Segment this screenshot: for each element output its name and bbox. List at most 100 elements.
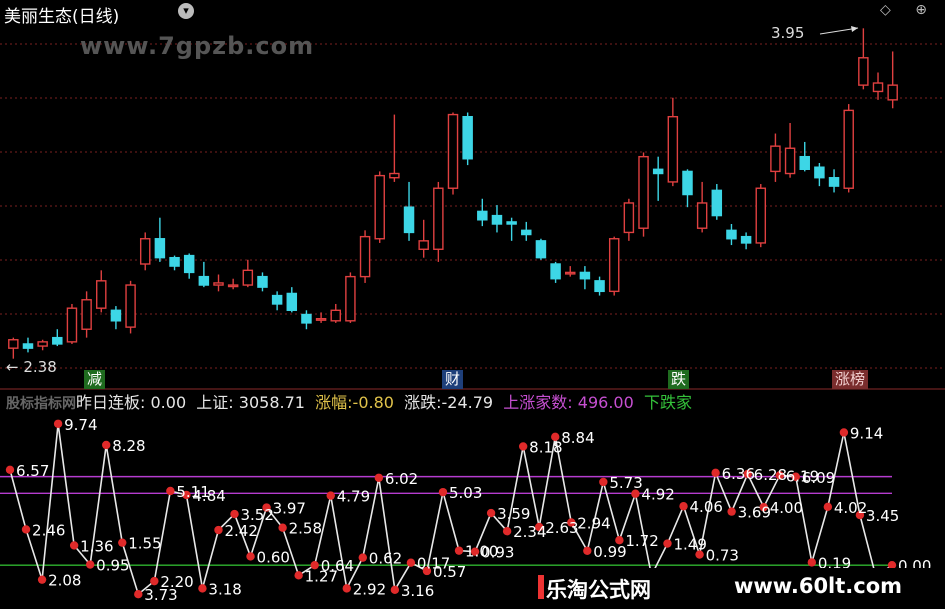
indicator-point <box>37 575 47 584</box>
candle-body <box>183 254 195 274</box>
indicator-point <box>502 526 512 536</box>
indicator-value-label: 2.58 <box>289 520 322 538</box>
indicator-value-label: 0.95 <box>96 557 129 575</box>
indicator-point <box>358 553 367 562</box>
index-label: 上证: <box>196 393 234 412</box>
candle-body <box>828 177 840 187</box>
indicator-point <box>727 507 736 516</box>
candle-body <box>858 57 869 86</box>
candle-body <box>638 155 649 229</box>
indicator-point <box>374 473 384 482</box>
candle-body <box>799 155 810 171</box>
candle-body <box>696 202 708 229</box>
indicator-value-label: 3.59 <box>497 505 530 523</box>
chart-canvas[interactable]: 6.572.462.089.741.360.958.281.553.732.20… <box>0 0 945 609</box>
candle-body <box>389 172 400 179</box>
candle-body <box>374 174 385 240</box>
change-label: 涨跌: <box>404 393 442 412</box>
indicator-value-label: 3.69 <box>738 504 771 522</box>
candle-body <box>359 235 371 278</box>
indicator-point <box>839 428 849 437</box>
indicator-value-label: 0.73 <box>706 547 739 565</box>
indicator-value-label: 2.63 <box>545 519 578 537</box>
indicator-point <box>438 487 448 497</box>
candle-body <box>330 309 341 322</box>
indicator-value-label: 2.20 <box>160 573 193 591</box>
indicator-value-label: 4.06 <box>690 498 723 516</box>
max-price-arrowhead <box>851 26 858 32</box>
candle-body <box>154 238 166 259</box>
source-watermark: 股标指标网 <box>6 396 76 412</box>
candle-body <box>565 271 576 275</box>
signal-tag-die: 跌 <box>668 370 690 389</box>
candle-body <box>242 269 254 286</box>
candle-body <box>682 170 693 196</box>
indicator-value-label: 9.14 <box>850 424 883 442</box>
candle-body <box>594 280 605 293</box>
index-value: 3058.71 <box>238 393 305 412</box>
candle-body <box>652 168 664 175</box>
indicator-value-label: 0.62 <box>369 550 402 568</box>
candle-body <box>110 309 122 322</box>
indicator-point <box>118 538 127 547</box>
indicator-point <box>69 541 79 550</box>
change-value: -24.79 <box>441 393 494 412</box>
candle-body <box>477 210 488 221</box>
candle-body <box>213 282 224 286</box>
indicator-value-label: 6.36 <box>722 465 755 483</box>
candle-body <box>257 275 268 288</box>
candle-body <box>37 341 48 347</box>
candle-body <box>887 84 898 101</box>
candle-body <box>447 113 459 189</box>
candle-body <box>608 238 620 293</box>
period-dropdown-icon[interactable]: ▾ <box>178 3 194 19</box>
indicator-point <box>21 525 31 534</box>
watermark: www.7gpzb.com <box>80 32 315 60</box>
indicator-value-label: 3.45 <box>866 507 899 525</box>
candle-body <box>403 206 415 234</box>
candle-body <box>22 343 34 349</box>
signal-tag-zhangbang: 涨榜 <box>832 370 869 389</box>
candle-body <box>139 238 151 265</box>
candle-body <box>784 147 796 175</box>
max-price-label: 3.95 <box>771 24 805 42</box>
indicator-value-label: 4.00 <box>770 499 803 517</box>
indicator-value-label: 6.02 <box>385 470 418 488</box>
candle-body <box>726 229 737 240</box>
indicator-point <box>278 523 287 532</box>
candle-body <box>814 166 825 179</box>
indicator-point <box>53 419 63 428</box>
prev-limit-value: 0.00 <box>150 393 187 412</box>
indicator-value-label: 5.73 <box>609 474 642 492</box>
candle-body <box>491 214 503 225</box>
indicator-value-label: 0.64 <box>321 557 354 575</box>
indicator-point <box>214 525 223 535</box>
signal-tag-jian: 减 <box>84 370 106 389</box>
min-price-label: ← 2.38 <box>6 358 57 376</box>
indicator-point <box>166 486 175 496</box>
indicator-value-label: 3.97 <box>273 500 306 518</box>
min-price-value: 2.38 <box>23 358 57 376</box>
indicator-value-label: 1.49 <box>673 536 706 554</box>
indicator-value-label: 3.18 <box>208 580 241 598</box>
indicator-value-label: 1.55 <box>128 535 161 553</box>
candlestick-series <box>8 28 898 359</box>
indicator-point <box>85 560 95 569</box>
price-grid <box>0 43 945 390</box>
candle-body <box>169 256 180 267</box>
candle-body <box>535 240 547 259</box>
indicator-point <box>102 440 111 450</box>
indicator-value-label: 0.57 <box>433 563 466 581</box>
candle-body <box>770 145 781 173</box>
candle-body <box>623 202 635 234</box>
indicator-info-bar: 股标指标网昨日连板: 0.00 上证: 3058.71 涨幅:-0.80 涨跌:… <box>0 392 945 416</box>
indicator-point <box>134 589 143 599</box>
toolbar-icons[interactable]: ◇ ⊕ <box>880 2 937 18</box>
candle-body <box>711 189 723 217</box>
indicator-value-label: 4.92 <box>641 486 674 504</box>
indicator-point <box>5 465 15 474</box>
indicator-point <box>390 585 400 595</box>
indicator-value-label: 2.46 <box>32 521 65 539</box>
indicator-value-label: 1.36 <box>80 537 113 555</box>
candle-body <box>345 275 356 322</box>
